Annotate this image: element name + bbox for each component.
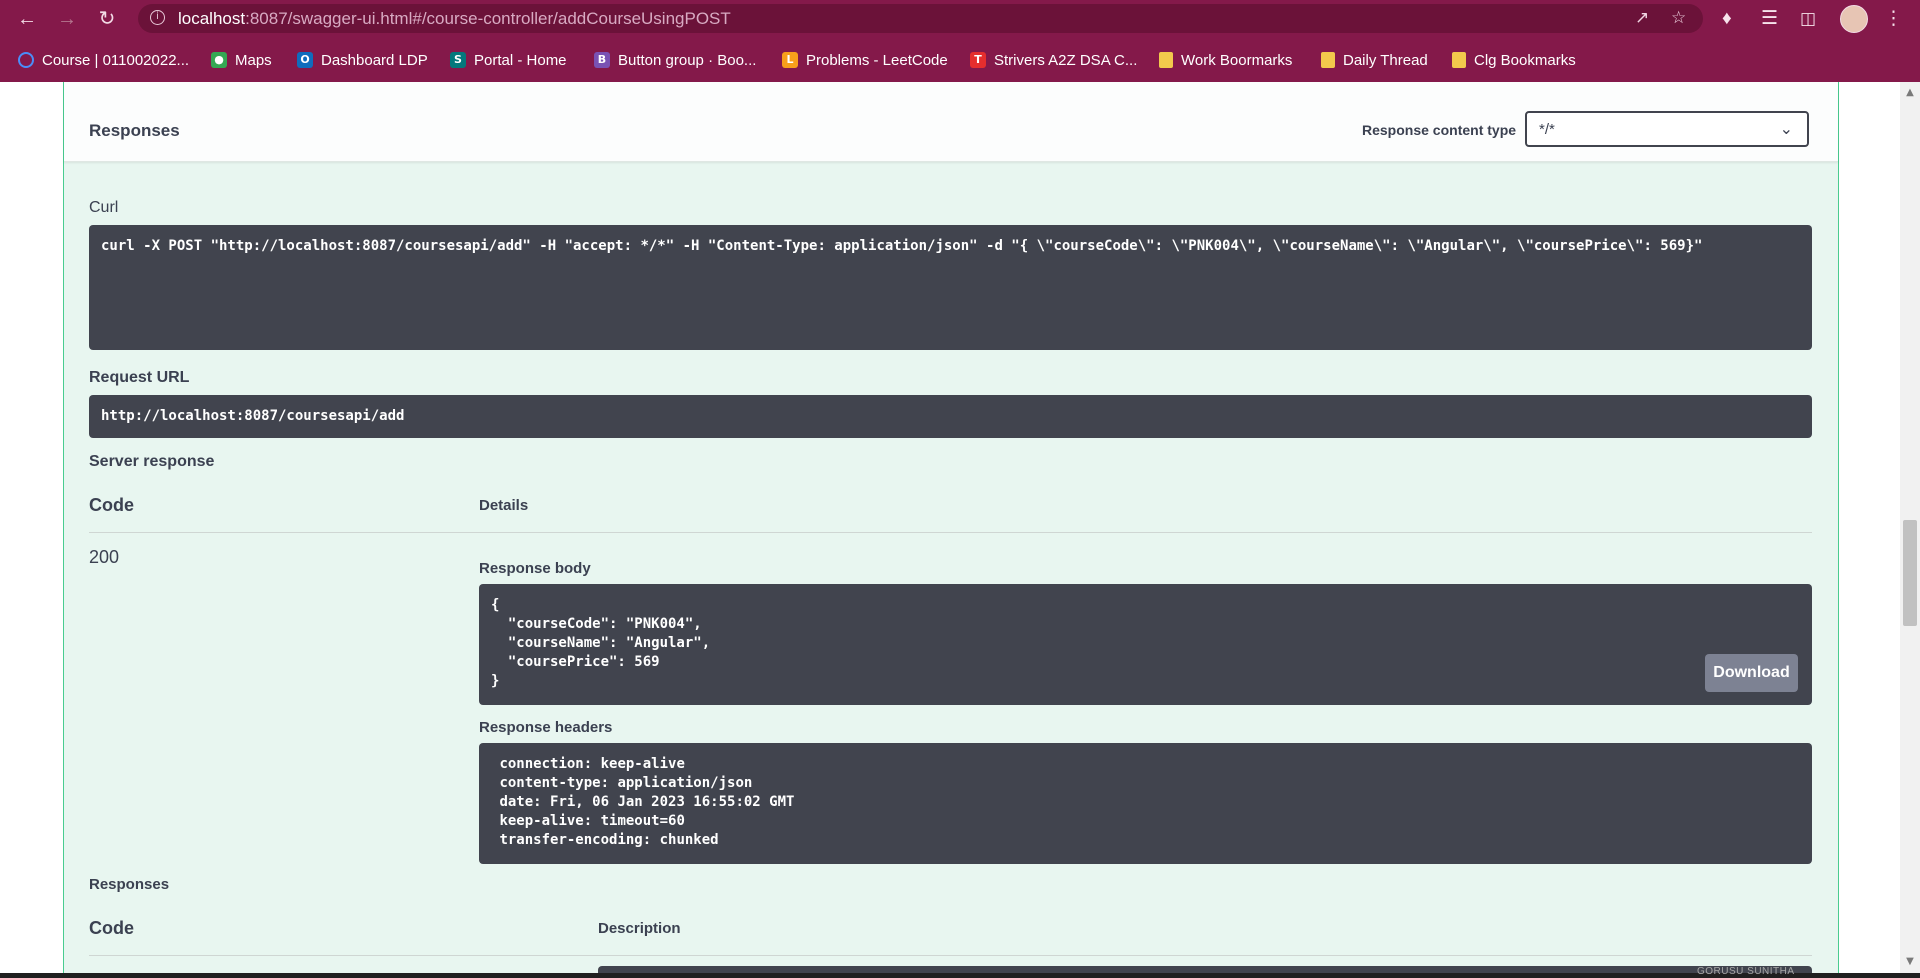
bookmark-item[interactable]: S Portal - Home [450,49,567,71]
response-body-label: Response body [479,560,591,577]
circle-o-icon [18,52,34,68]
scroll-up-arrow-icon[interactable]: ▲ [1903,86,1917,100]
request-url-text: http://localhost:8087/coursesapi/add [101,408,405,424]
bootstrap-icon: B [594,52,610,68]
bookmark-item[interactable]: Course | 011002022... [18,49,189,71]
folder-icon [1321,52,1335,68]
maps-pin-icon: ● [211,52,227,68]
bookmark-label: Course | 011002022... [42,51,190,69]
curl-command-box[interactable]: curl -X POST "http://localhost:8087/cour… [89,225,1812,350]
responses-table-description-header: Description [598,920,681,937]
table-divider [89,955,1812,956]
bookmark-item[interactable]: Daily Thread [1321,49,1428,71]
responses-title: Responses [89,121,180,140]
download-button[interactable]: Download [1705,654,1798,692]
response-example-box [598,966,1812,973]
response-headers-text: connection: keep-alive content-type: app… [499,756,795,848]
response-content-type-select[interactable]: */* ⌄ [1525,111,1809,147]
scroll-down-arrow-icon[interactable]: ▼ [1903,955,1917,969]
request-url-box[interactable]: http://localhost:8087/coursesapi/add [89,395,1812,438]
extensions-puzzle-icon[interactable]: ♦ [1722,6,1732,32]
curl-label: Curl [89,199,119,216]
status-code: 200 [89,547,120,567]
bookmark-label: Work Boormarks [1181,51,1293,69]
response-body-box[interactable]: { "courseCode": "PNK004", "courseName": … [479,584,1812,705]
sharepoint-icon: S [450,52,466,68]
scrollbar-thumb[interactable] [1903,520,1917,626]
bookmark-item[interactable]: B Button group · Boo... [594,49,756,71]
curl-command-text: curl -X POST "http://localhost:8087/cour… [101,238,1703,254]
bookmark-label: Daily Thread [1343,51,1428,69]
bookmark-label: Portal - Home [474,51,567,69]
server-response-label: Server response [89,453,215,470]
tuf-icon: T [970,52,986,68]
bookmark-label: Strivers A2Z DSA C... [994,51,1138,69]
bookmark-label: Dashboard LDP [321,51,428,69]
site-info-icon[interactable]: i [150,10,165,25]
side-panel-icon[interactable]: ◫ [1800,6,1816,32]
bookmark-label: Clg Bookmarks [1474,51,1576,69]
media-playlist-icon[interactable]: ☰ [1761,6,1778,32]
page-viewport: Responses Response content type */* ⌄ Cu… [0,82,1920,973]
bookmark-item[interactable]: O Dashboard LDP [297,49,428,71]
watermark-text: GORUSU SUNITHA [1697,966,1795,977]
address-url[interactable]: localhost:8087/swagger-ui.html#/course-c… [178,9,731,29]
address-bar[interactable]: i localhost:8087/swagger-ui.html#/course… [138,4,1703,33]
bookmark-label: Maps [235,51,272,69]
bookmark-label: Problems - LeetCode [806,51,948,69]
outlook-icon: O [297,52,313,68]
bookmarks-bar: Course | 011002022... ● Maps O Dashboard LDP… [0,37,1920,82]
bookmark-item[interactable]: Work Boormarks [1159,49,1292,71]
request-url-label: Request URL [89,369,190,386]
bookmark-star-icon[interactable]: ☆ [1671,8,1686,28]
back-arrow-icon[interactable]: ← [14,6,40,32]
response-headers-label: Response headers [479,719,613,736]
leetcode-icon: L [782,52,798,68]
responses-table-label: Responses [89,876,170,893]
responses-header: Responses Response content type */* ⌄ [64,82,1838,162]
chevron-down-icon: ⌄ [1779,119,1793,138]
server-response-code-header: Code [89,495,134,515]
bookmark-item[interactable]: Clg Bookmarks [1452,49,1576,71]
taskbar-edge [0,973,1920,978]
bookmark-label: Button group · Boo... [618,51,757,69]
share-icon[interactable]: ↗ [1635,8,1649,28]
table-divider [89,532,1812,533]
reload-icon[interactable]: ↻ [94,6,120,32]
folder-icon [1159,52,1173,68]
responses-table-code-header: Code [89,918,134,938]
folder-icon [1452,52,1466,68]
response-content-type-label: Response content type [1362,122,1517,138]
response-content-type-value: */* [1539,121,1555,138]
bookmark-item[interactable]: L Problems - LeetCode [782,49,948,71]
operation-block: Responses Response content type */* ⌄ Cu… [63,82,1839,973]
profile-avatar[interactable] [1840,5,1868,33]
bookmark-item[interactable]: T Strivers A2Z DSA C... [970,49,1137,71]
response-body-text: { "courseCode": "PNK004", "courseName": … [491,597,711,689]
server-response-details-header: Details [479,497,529,514]
bookmark-item[interactable]: ● Maps [211,49,272,71]
browser-toolbar: ← → ↻ i localhost:8087/swagger-ui.html#/… [0,0,1920,37]
response-headers-box[interactable]: connection: keep-alive content-type: app… [479,743,1812,864]
forward-arrow-icon[interactable]: → [54,6,80,32]
menu-kebab-icon[interactable]: ⋮ [1884,6,1903,32]
